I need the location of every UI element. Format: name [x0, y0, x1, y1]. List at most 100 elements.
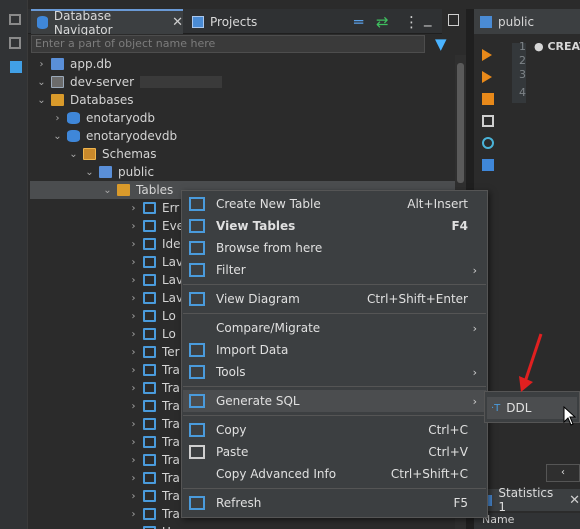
table-icon — [143, 328, 156, 340]
folder-icon — [117, 184, 130, 196]
expander-icon[interactable]: ⌄ — [84, 167, 95, 178]
expander-icon[interactable]: ⌄ — [36, 95, 47, 106]
tree-item[interactable]: ⌄ enotaryodevdb — [28, 127, 466, 145]
expander-icon[interactable]: › — [128, 311, 139, 322]
expander-icon[interactable]: › — [128, 239, 139, 250]
expander-icon[interactable]: ⌄ — [102, 185, 113, 196]
column-header-name[interactable]: Name — [474, 513, 580, 529]
expander-icon[interactable]: › — [128, 203, 139, 214]
tree-item[interactable]: ⌄ Databases — [28, 91, 466, 109]
expander-icon[interactable]: › — [128, 383, 139, 394]
menu-item-view-tables[interactable]: View Tables F4 — [183, 215, 486, 237]
tree-item-label: Users — [162, 525, 196, 529]
collapse-all-icon[interactable]: ═ — [354, 13, 363, 31]
expander-icon[interactable]: › — [128, 257, 139, 268]
close-icon[interactable]: ✕ — [569, 493, 580, 508]
menu-item-view-diagram[interactable]: View Diagram Ctrl+Shift+Enter — [183, 288, 486, 310]
sql-icon — [189, 394, 205, 408]
menu-item-filter[interactable]: Filter › — [183, 259, 486, 281]
tree-item-label: Tra — [162, 471, 180, 485]
tree-item-label: Lav — [162, 255, 184, 269]
blank-icon — [189, 467, 205, 481]
execute-script-icon[interactable] — [482, 93, 494, 105]
line-number: 1 — [519, 40, 526, 53]
expander-icon[interactable]: ⌄ — [52, 131, 63, 142]
menu-item-label: Refresh — [216, 496, 262, 510]
menu-item-generate-sql[interactable]: Generate SQL › — [183, 390, 486, 412]
menu-item-refresh[interactable]: Refresh F5 — [183, 492, 486, 514]
tools-icon — [189, 365, 205, 379]
tab-label: Database Navigator — [53, 8, 113, 37]
tree-item[interactable]: ⌄ dev-server — [28, 73, 466, 91]
expander-icon[interactable]: › — [128, 509, 139, 520]
browse-icon — [189, 241, 205, 255]
filter-icon[interactable]: ▼ — [435, 36, 449, 52]
database-icon — [37, 16, 48, 29]
expander-icon[interactable]: › — [128, 401, 139, 412]
link-editor-icon[interactable]: ⇄ — [376, 13, 389, 31]
menu-item-import-data[interactable]: Import Data — [183, 339, 486, 361]
object-filter-input[interactable]: Enter a part of object name here — [31, 35, 425, 53]
scrollbar-thumb[interactable] — [457, 63, 464, 183]
tab-projects[interactable]: Projects — [186, 9, 296, 34]
expander-icon[interactable]: › — [128, 329, 139, 340]
execute-new-tab-icon[interactable] — [482, 71, 492, 83]
menu-item-copy[interactable]: Copy Ctrl+C — [183, 419, 486, 441]
expander-icon[interactable]: › — [128, 221, 139, 232]
tab-editor-public[interactable]: public — [474, 9, 580, 34]
expander-icon[interactable]: › — [128, 347, 139, 358]
ai-assistant-icon[interactable] — [482, 137, 494, 149]
expander-icon[interactable]: › — [128, 293, 139, 304]
expander-icon[interactable]: › — [128, 419, 139, 430]
tree-item-label: app.db — [70, 57, 112, 71]
tree-item[interactable]: › enotaryodb — [28, 109, 466, 127]
expander-icon[interactable]: › — [128, 491, 139, 502]
tree-item[interactable]: › app.db — [28, 55, 466, 73]
tree-item-label: Tra — [162, 363, 180, 377]
expander-icon[interactable]: › — [36, 59, 47, 70]
expander-icon[interactable]: › — [128, 455, 139, 466]
expander-icon[interactable]: ⌄ — [36, 77, 47, 88]
tree-item[interactable]: ⌄ public — [28, 163, 466, 181]
menu-item-tools[interactable]: Tools › — [183, 361, 486, 383]
tab-database-navigator[interactable]: Database Navigator ✕ — [31, 8, 183, 37]
menu-item-label: DDL — [506, 401, 532, 415]
expander-icon[interactable]: › — [128, 437, 139, 448]
expander-icon[interactable]: › — [128, 473, 139, 484]
execute-icon[interactable] — [482, 49, 492, 61]
tree-item-label: Tra — [162, 489, 180, 503]
explain-plan-icon[interactable] — [482, 115, 494, 127]
expander-icon[interactable]: › — [52, 113, 63, 124]
table-icon — [143, 508, 156, 520]
expander-icon[interactable]: › — [128, 275, 139, 286]
console-icon[interactable] — [482, 159, 494, 171]
maximize-icon[interactable] — [448, 14, 459, 26]
panel-icon[interactable] — [10, 61, 22, 73]
tree-item[interactable]: ›Users — [28, 523, 466, 529]
menu-item-paste[interactable]: Paste Ctrl+V — [183, 441, 486, 463]
sql-editor-icon — [480, 15, 492, 28]
menu-item-shortcut: F5 — [453, 496, 468, 510]
schema-icon — [83, 148, 96, 160]
tab-statistics[interactable]: Statistics 1 ✕ — [474, 486, 580, 514]
menu-item-create-new-table[interactable]: Create New Table Alt+Insert — [183, 193, 486, 215]
filter-icon — [189, 263, 205, 277]
scroll-left-button[interactable]: ‹ — [546, 464, 580, 482]
expander-icon[interactable]: ⌄ — [68, 149, 79, 160]
projects-icon — [192, 15, 204, 28]
tree-item-label: Tra — [162, 399, 180, 413]
window-icon[interactable] — [9, 37, 21, 49]
expander-icon[interactable]: › — [128, 365, 139, 376]
views-icon[interactable] — [9, 14, 21, 25]
menu-item-shortcut: Ctrl+V — [428, 445, 468, 459]
paste-icon — [189, 445, 205, 459]
sql-code[interactable]: ● CREAT — [534, 40, 580, 53]
minimize-icon[interactable]: _ — [424, 9, 432, 27]
view-menu-icon[interactable]: ⋮ — [404, 13, 419, 31]
menu-item-browse-from-here[interactable]: Browse from here — [183, 237, 486, 259]
menu-item-compare-migrate[interactable]: Compare/Migrate › — [183, 317, 486, 339]
close-icon[interactable]: ✕ — [172, 15, 183, 30]
menu-item-copy-advanced-info[interactable]: Copy Advanced Info Ctrl+Shift+C — [183, 463, 486, 485]
editor-toolbar — [474, 39, 502, 179]
tree-item[interactable]: ⌄ Schemas — [28, 145, 466, 163]
